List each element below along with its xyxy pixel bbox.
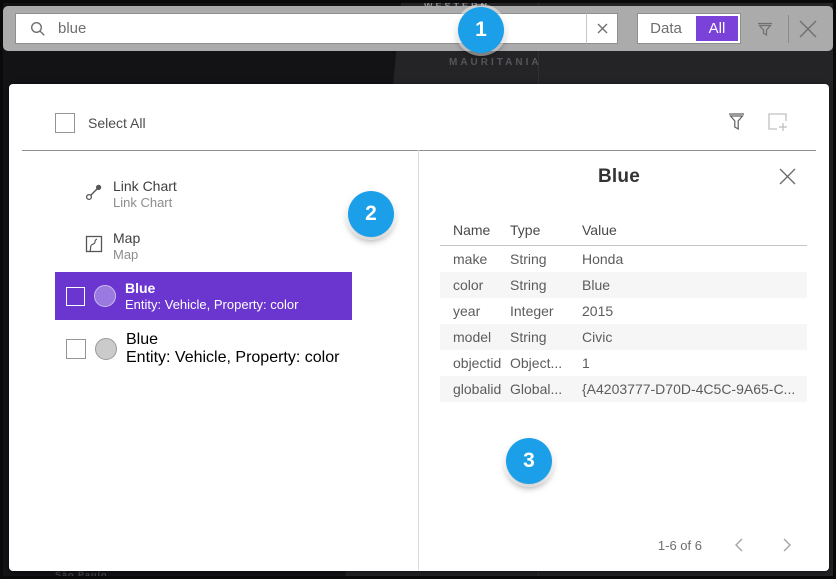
filter-icon[interactable]	[755, 19, 777, 39]
header-divider	[22, 150, 816, 151]
pagination: 1-6 of 6	[418, 534, 798, 556]
panel-filter-icon[interactable]	[728, 112, 745, 132]
table-row: make String Honda	[440, 246, 807, 272]
cell-value: 2015	[582, 303, 807, 319]
list-item-blue[interactable]: Blue Entity: Vehicle, Property: color	[55, 327, 352, 371]
table-row: globalid Global... {A4203777-D70D-4C5C-9…	[440, 376, 807, 402]
cell-value: Civic	[582, 329, 807, 345]
result-subtitle: Entity: Vehicle, Property: color	[126, 349, 339, 367]
result-title: Link Chart	[113, 178, 177, 195]
scope-option-all[interactable]: All	[696, 16, 738, 41]
result-title: Map	[113, 230, 140, 247]
column-header-value: Value	[582, 222, 807, 238]
cell-name: model	[440, 329, 510, 345]
scope-toggle: Data All	[637, 13, 741, 44]
cell-value: 1	[582, 355, 807, 371]
app-window: WESTERN MAURITANIA São Paulo Data All 1	[0, 0, 836, 579]
select-all-row: Select All	[55, 113, 146, 133]
list-item-blue-selected[interactable]: Blue Entity: Vehicle, Property: color	[55, 272, 352, 320]
cell-type: Object...	[510, 355, 582, 371]
close-search-icon[interactable]	[797, 18, 819, 40]
search-toolbar: Data All	[3, 6, 833, 51]
cell-type: String	[510, 251, 582, 267]
cell-type: String	[510, 329, 582, 345]
map-label-mauritania: MAURITANIA	[449, 57, 542, 68]
result-subtitle: Map	[113, 247, 140, 263]
add-selection-icon[interactable]	[767, 112, 789, 133]
list-item-map[interactable]: Map Map	[85, 230, 140, 263]
link-chart-icon	[85, 183, 103, 201]
column-header-type: Type	[510, 222, 582, 238]
column-header-name: Name	[440, 222, 510, 238]
search-results-panel: Select All Link Chart Link Chart Map	[9, 84, 829, 571]
map-icon	[85, 235, 103, 253]
cell-value: Blue	[582, 277, 807, 293]
result-title: Blue	[125, 280, 298, 297]
table-header-row: Name Type Value	[440, 219, 807, 241]
result-subtitle: Entity: Vehicle, Property: color	[125, 297, 298, 313]
pagination-count: 1-6 of 6	[658, 538, 702, 553]
cell-type: Global...	[510, 381, 582, 397]
select-all-checkbox[interactable]	[55, 113, 75, 133]
cell-name: objectid	[440, 355, 510, 371]
select-all-label: Select All	[88, 115, 146, 131]
cell-value: Honda	[582, 251, 807, 267]
chevron-right-icon[interactable]	[776, 534, 798, 556]
result-subtitle: Link Chart	[113, 195, 177, 211]
toolbar-divider	[788, 15, 789, 43]
entity-icon	[95, 338, 117, 360]
cell-name: year	[440, 303, 510, 319]
detail-title: Blue	[418, 166, 820, 188]
table-row: year Integer 2015	[440, 298, 807, 324]
result-title: Blue	[126, 331, 339, 349]
callout-badge-3: 3	[506, 438, 552, 484]
callout-badge-1: 1	[458, 7, 504, 53]
cell-name: make	[440, 251, 510, 267]
cell-name: globalid	[440, 381, 510, 397]
list-item-link-chart[interactable]: Link Chart Link Chart	[85, 178, 177, 211]
entity-icon	[94, 285, 116, 307]
list-detail-divider	[418, 150, 419, 570]
search-icon	[30, 21, 46, 37]
chevron-left-icon[interactable]	[728, 534, 750, 556]
table-row: objectid Object... 1	[440, 350, 807, 376]
cell-type: String	[510, 277, 582, 293]
result-checkbox[interactable]	[66, 287, 85, 306]
result-checkbox[interactable]	[66, 339, 86, 359]
table-row: model String Civic	[440, 324, 807, 350]
scope-option-data[interactable]: Data	[638, 14, 694, 43]
callout-badge-2: 2	[348, 191, 394, 237]
clear-search-button[interactable]	[586, 13, 618, 44]
cell-value: {A4203777-D70D-4C5C-9A65-C...	[582, 381, 807, 397]
cell-type: Integer	[510, 303, 582, 319]
cell-name: color	[440, 277, 510, 293]
attribute-table: Name Type Value make String Honda color …	[440, 219, 807, 402]
detail-close-icon[interactable]	[778, 167, 798, 187]
table-row: color String Blue	[440, 272, 807, 298]
